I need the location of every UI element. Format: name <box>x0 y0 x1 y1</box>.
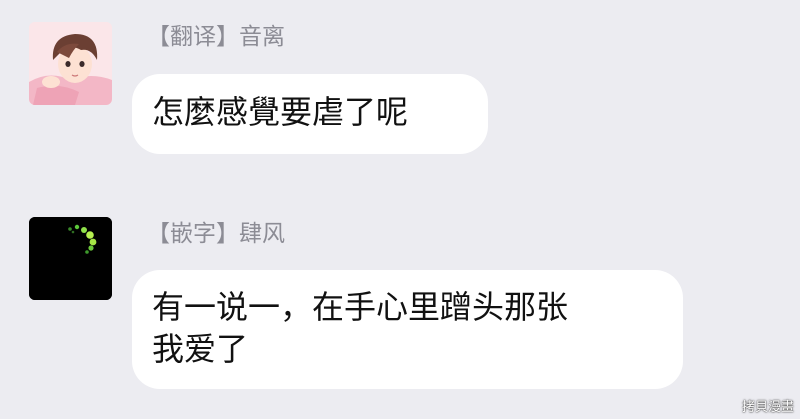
message-text: 怎麼感覺要虐了呢 <box>152 93 409 131</box>
message-bubble[interactable]: 怎麼感覺要虐了呢 <box>132 74 488 154</box>
sender-name: 【嵌字】肆风 <box>147 221 285 247</box>
message-text-line: 我爱了 <box>152 330 249 368</box>
message-text-line: 有一说一，在手心里蹭头那张 <box>152 288 569 326</box>
message-bubble[interactable]: 有一说一，在手心里蹭头那张 我爱了 <box>132 270 683 389</box>
avatar-anime-boy[interactable] <box>29 22 112 105</box>
avatar-fireflies[interactable] <box>29 217 112 300</box>
watermark: 拷貝漫畫 <box>741 400 794 415</box>
sender-name: 【翻译】音离 <box>147 24 285 50</box>
anime-boy-avatar-image <box>29 22 112 105</box>
fireflies-dark-avatar-image <box>29 217 112 300</box>
